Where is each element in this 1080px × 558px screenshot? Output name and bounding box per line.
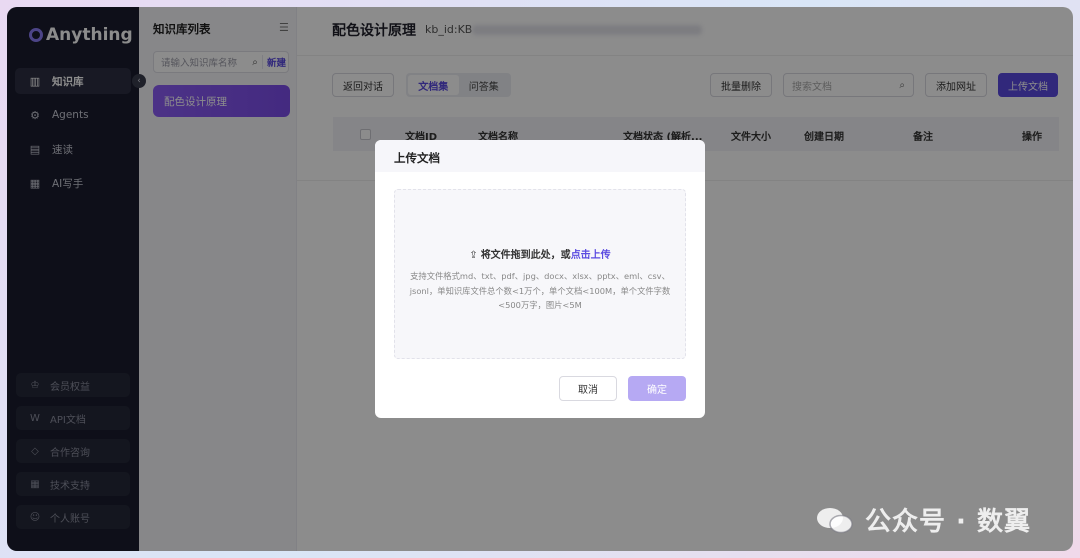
upload-dropzone[interactable]: ⇪ 将文件拖到此处，或点击上传 支持文件格式md、txt、pdf、jpg、docx… (394, 189, 686, 359)
dropzone-prompt: ⇪ 将文件拖到此处，或点击上传 (395, 246, 685, 261)
click-upload-link[interactable]: 点击上传 (571, 250, 611, 261)
dialog-title: 上传文档 (375, 140, 705, 172)
confirm-button[interactable]: 确定 (628, 376, 686, 401)
wechat-icon (817, 507, 853, 533)
watermark: 公众号 · 数翼 (815, 501, 1031, 538)
upload-dialog: 上传文档 ⇪ 将文件拖到此处，或点击上传 支持文件格式md、txt、pdf、jpg… (375, 140, 705, 418)
upload-icon: ⇪ (469, 250, 478, 261)
cancel-button[interactable]: 取消 (559, 376, 617, 401)
watermark-text: 公众号 · 数翼 (865, 507, 1031, 537)
dropzone-description: 支持文件格式md、txt、pdf、jpg、docx、xlsx、pptx、eml、… (409, 271, 671, 310)
drop-text: 将文件拖到此处，或 (480, 250, 571, 261)
app-window: Anything ▥ 知识库 ⚙ Agents ▤ 速读 ▦ AI写手 ♔ 会员… (7, 7, 1073, 551)
